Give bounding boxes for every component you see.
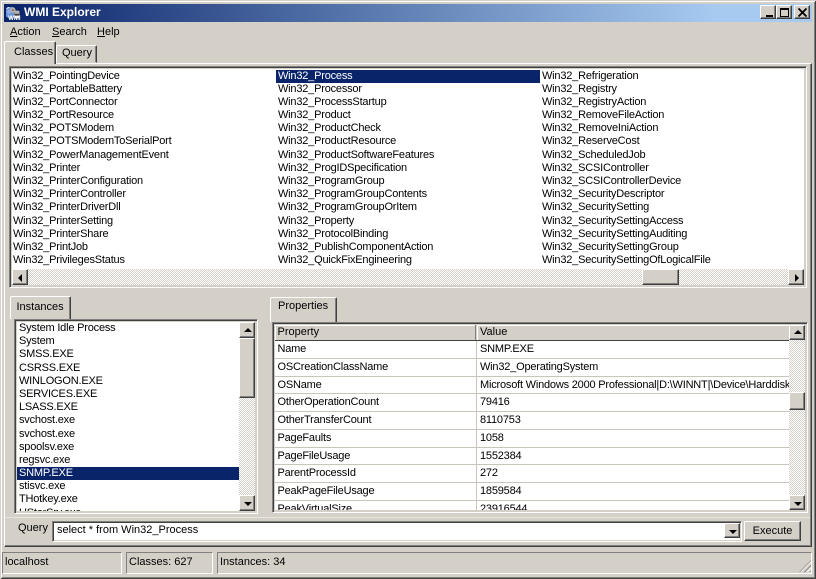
- svg-text:WMI: WMI: [8, 16, 21, 21]
